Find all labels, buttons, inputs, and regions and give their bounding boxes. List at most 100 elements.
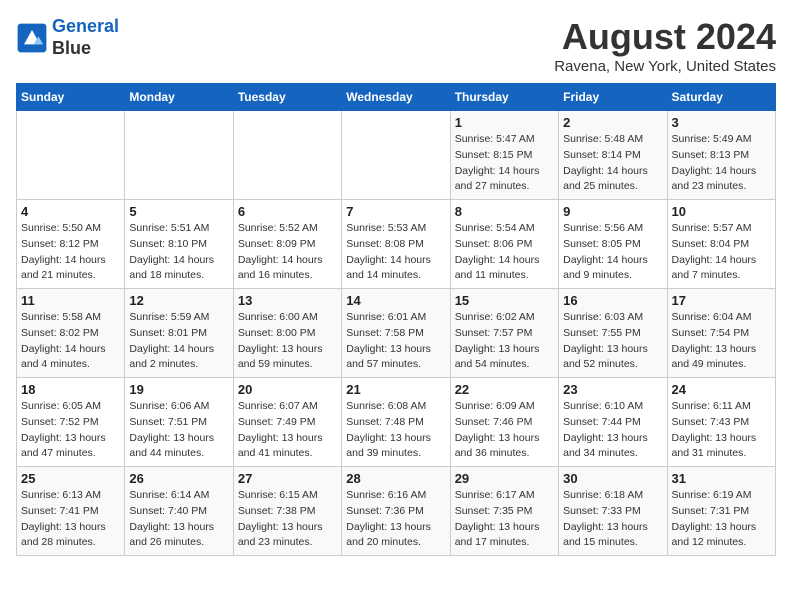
calendar-cell: 3 Sunrise: 5:49 AMSunset: 8:13 PMDaylight… xyxy=(667,111,775,200)
day-info: Sunrise: 5:51 AMSunset: 8:10 PMDaylight:… xyxy=(129,221,228,284)
title-block: August 2024 Ravena, New York, United Sta… xyxy=(554,16,776,75)
day-info: Sunrise: 6:11 AMSunset: 7:43 PMDaylight:… xyxy=(672,399,771,462)
day-number: 9 xyxy=(563,204,662,219)
calendar-cell: 28 Sunrise: 6:16 AMSunset: 7:36 PMDayligh… xyxy=(342,467,450,556)
day-info: Sunrise: 6:19 AMSunset: 7:31 PMDaylight:… xyxy=(672,488,771,551)
calendar-table: SundayMondayTuesdayWednesdayThursdayFrid… xyxy=(16,83,776,556)
calendar-cell xyxy=(342,111,450,200)
calendar-cell: 1 Sunrise: 5:47 AMSunset: 8:15 PMDaylight… xyxy=(450,111,558,200)
calendar-cell: 8Sunrise: 5:54 AMSunset: 8:06 PMDaylight… xyxy=(450,200,558,289)
day-info: Sunrise: 6:18 AMSunset: 7:33 PMDaylight:… xyxy=(563,488,662,551)
calendar-cell: 12 Sunrise: 5:59 AMSunset: 8:01 PMDayligh… xyxy=(125,289,233,378)
day-info: Sunrise: 6:17 AMSunset: 7:35 PMDaylight:… xyxy=(455,488,554,551)
day-number: 20 xyxy=(238,382,337,397)
day-number: 25 xyxy=(21,471,120,486)
calendar-cell: 17 Sunrise: 6:04 AMSunset: 7:54 PMDayligh… xyxy=(667,289,775,378)
day-number: 18 xyxy=(21,382,120,397)
calendar-cell: 23 Sunrise: 6:10 AMSunset: 7:44 PMDayligh… xyxy=(559,378,667,467)
day-number: 16 xyxy=(563,293,662,308)
calendar-cell: 19 Sunrise: 6:06 AMSunset: 7:51 PMDayligh… xyxy=(125,378,233,467)
day-number: 13 xyxy=(238,293,337,308)
calendar-cell: 24 Sunrise: 6:11 AMSunset: 7:43 PMDayligh… xyxy=(667,378,775,467)
page-header: General Blue August 2024 Ravena, New Yor… xyxy=(16,16,776,75)
calendar-cell: 11Sunrise: 5:58 AMSunset: 8:02 PMDayligh… xyxy=(17,289,125,378)
day-number: 15 xyxy=(455,293,554,308)
location: Ravena, New York, United States xyxy=(554,58,776,75)
calendar-cell: 30 Sunrise: 6:18 AMSunset: 7:33 PMDayligh… xyxy=(559,467,667,556)
day-number: 14 xyxy=(346,293,445,308)
weekday-header-friday: Friday xyxy=(559,84,667,111)
day-info: Sunrise: 6:15 AMSunset: 7:38 PMDaylight:… xyxy=(238,488,337,551)
day-number: 19 xyxy=(129,382,228,397)
weekday-header-monday: Monday xyxy=(125,84,233,111)
calendar-cell: 16 Sunrise: 6:03 AMSunset: 7:55 PMDayligh… xyxy=(559,289,667,378)
day-info: Sunrise: 6:04 AMSunset: 7:54 PMDaylight:… xyxy=(672,310,771,373)
day-number: 31 xyxy=(672,471,771,486)
day-number: 1 xyxy=(455,115,554,130)
logo-text: General Blue xyxy=(52,16,119,59)
calendar-cell: 26 Sunrise: 6:14 AMSunset: 7:40 PMDayligh… xyxy=(125,467,233,556)
day-number: 6 xyxy=(238,204,337,219)
day-info: Sunrise: 6:08 AMSunset: 7:48 PMDaylight:… xyxy=(346,399,445,462)
calendar-cell: 25Sunrise: 6:13 AMSunset: 7:41 PMDayligh… xyxy=(17,467,125,556)
day-info: Sunrise: 6:07 AMSunset: 7:49 PMDaylight:… xyxy=(238,399,337,462)
calendar-cell xyxy=(17,111,125,200)
calendar-cell: 7 Sunrise: 5:53 AMSunset: 8:08 PMDaylight… xyxy=(342,200,450,289)
day-info: Sunrise: 5:48 AMSunset: 8:14 PMDaylight:… xyxy=(563,132,662,195)
day-number: 28 xyxy=(346,471,445,486)
calendar-cell: 10Sunrise: 5:57 AMSunset: 8:04 PMDayligh… xyxy=(667,200,775,289)
day-info: Sunrise: 5:57 AMSunset: 8:04 PMDaylight:… xyxy=(672,221,771,284)
day-number: 11 xyxy=(21,293,120,308)
calendar-cell: 29 Sunrise: 6:17 AMSunset: 7:35 PMDayligh… xyxy=(450,467,558,556)
day-number: 5 xyxy=(129,204,228,219)
day-info: Sunrise: 6:05 AMSunset: 7:52 PMDaylight:… xyxy=(21,399,120,462)
logo: General Blue xyxy=(16,16,119,59)
day-number: 27 xyxy=(238,471,337,486)
calendar-cell xyxy=(125,111,233,200)
weekday-header-tuesday: Tuesday xyxy=(233,84,341,111)
day-number: 26 xyxy=(129,471,228,486)
day-number: 12 xyxy=(129,293,228,308)
day-info: Sunrise: 5:56 AMSunset: 8:05 PMDaylight:… xyxy=(563,221,662,284)
day-info: Sunrise: 6:02 AMSunset: 7:57 PMDaylight:… xyxy=(455,310,554,373)
day-number: 23 xyxy=(563,382,662,397)
day-info: Sunrise: 6:01 AMSunset: 7:58 PMDaylight:… xyxy=(346,310,445,373)
day-info: Sunrise: 5:50 AMSunset: 8:12 PMDaylight:… xyxy=(21,221,120,284)
day-info: Sunrise: 6:16 AMSunset: 7:36 PMDaylight:… xyxy=(346,488,445,551)
day-info: Sunrise: 5:59 AMSunset: 8:01 PMDaylight:… xyxy=(129,310,228,373)
calendar-cell: 13 Sunrise: 6:00 AMSunset: 8:00 PMDayligh… xyxy=(233,289,341,378)
day-number: 7 xyxy=(346,204,445,219)
calendar-cell xyxy=(233,111,341,200)
weekday-header-thursday: Thursday xyxy=(450,84,558,111)
day-info: Sunrise: 6:06 AMSunset: 7:51 PMDaylight:… xyxy=(129,399,228,462)
day-number: 22 xyxy=(455,382,554,397)
logo-icon xyxy=(16,22,48,54)
calendar-cell: 14 Sunrise: 6:01 AMSunset: 7:58 PMDayligh… xyxy=(342,289,450,378)
day-number: 3 xyxy=(672,115,771,130)
calendar-cell: 18 Sunrise: 6:05 AMSunset: 7:52 PMDayligh… xyxy=(17,378,125,467)
day-number: 24 xyxy=(672,382,771,397)
day-info: Sunrise: 5:52 AMSunset: 8:09 PMDaylight:… xyxy=(238,221,337,284)
calendar-cell: 5 Sunrise: 5:51 AMSunset: 8:10 PMDaylight… xyxy=(125,200,233,289)
day-info: Sunrise: 5:54 AMSunset: 8:06 PMDaylight:… xyxy=(455,221,554,284)
day-info: Sunrise: 5:53 AMSunset: 8:08 PMDaylight:… xyxy=(346,221,445,284)
weekday-header-wednesday: Wednesday xyxy=(342,84,450,111)
calendar-cell: 4 Sunrise: 5:50 AMSunset: 8:12 PMDaylight… xyxy=(17,200,125,289)
calendar-cell: 2Sunrise: 5:48 AMSunset: 8:14 PMDaylight… xyxy=(559,111,667,200)
calendar-cell: 27 Sunrise: 6:15 AMSunset: 7:38 PMDayligh… xyxy=(233,467,341,556)
day-number: 17 xyxy=(672,293,771,308)
calendar-cell: 31 Sunrise: 6:19 AMSunset: 7:31 PMDayligh… xyxy=(667,467,775,556)
day-info: Sunrise: 5:47 AMSunset: 8:15 PMDaylight:… xyxy=(455,132,554,195)
day-info: Sunrise: 6:00 AMSunset: 8:00 PMDaylight:… xyxy=(238,310,337,373)
day-info: Sunrise: 6:10 AMSunset: 7:44 PMDaylight:… xyxy=(563,399,662,462)
day-number: 29 xyxy=(455,471,554,486)
calendar-cell: 21Sunrise: 6:08 AMSunset: 7:48 PMDayligh… xyxy=(342,378,450,467)
day-number: 4 xyxy=(21,204,120,219)
calendar-cell: 15 Sunrise: 6:02 AMSunset: 7:57 PMDayligh… xyxy=(450,289,558,378)
weekday-header-saturday: Saturday xyxy=(667,84,775,111)
day-number: 30 xyxy=(563,471,662,486)
day-info: Sunrise: 5:49 AMSunset: 8:13 PMDaylight:… xyxy=(672,132,771,195)
day-info: Sunrise: 6:14 AMSunset: 7:40 PMDaylight:… xyxy=(129,488,228,551)
day-info: Sunrise: 6:09 AMSunset: 7:46 PMDaylight:… xyxy=(455,399,554,462)
day-info: Sunrise: 6:03 AMSunset: 7:55 PMDaylight:… xyxy=(563,310,662,373)
